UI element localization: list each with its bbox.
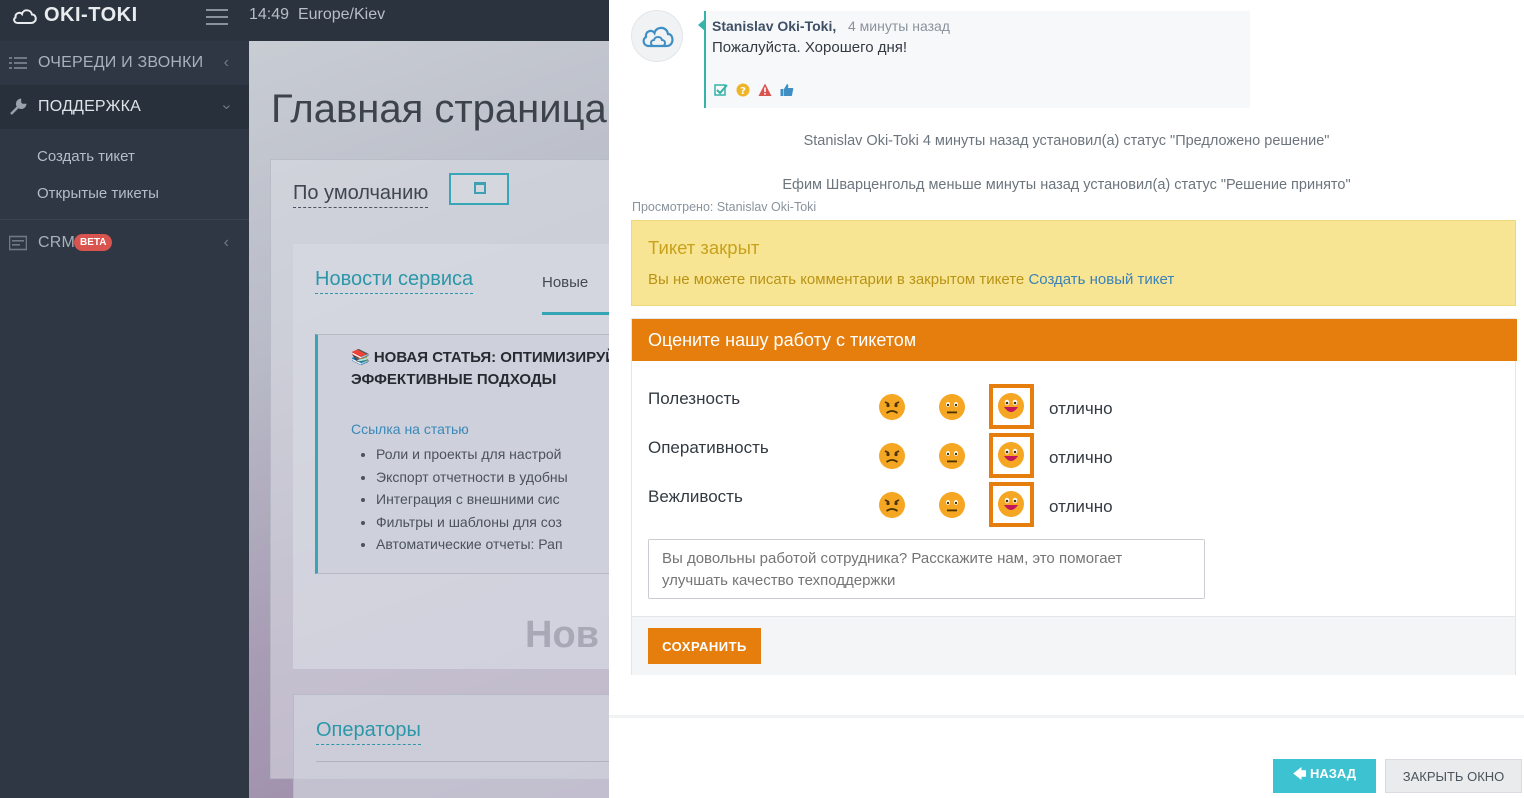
check-square-icon[interactable] xyxy=(714,83,728,97)
sidebar-item-label: CRM xyxy=(38,234,76,251)
status-event: Ефим Шварценгольд меньше минуты назад ус… xyxy=(782,177,1351,193)
chevron-left-icon: ‹ xyxy=(223,54,229,71)
comment-arrow xyxy=(698,19,705,31)
thumbs-up-icon[interactable] xyxy=(780,83,794,97)
list-icon xyxy=(9,57,27,69)
save-button[interactable]: СОХРАНИТЬ xyxy=(648,628,761,664)
rating-value: отлично xyxy=(1049,399,1113,418)
arrow-left-icon: 🡄 xyxy=(1292,766,1307,781)
beta-badge: BETA xyxy=(74,234,113,251)
menu-toggle-icon[interactable] xyxy=(206,9,228,25)
article-link[interactable]: Ссылка на статью xyxy=(351,421,469,437)
svg-text:?: ? xyxy=(740,86,746,97)
avatar xyxy=(631,10,683,62)
logo-text: OKI-TOKI xyxy=(44,4,138,26)
cloud-avatar-icon xyxy=(642,26,674,48)
rating-value: отлично xyxy=(1049,448,1113,467)
operators-panel: Операторы xyxy=(293,694,609,798)
crm-icon xyxy=(9,235,27,251)
question-circle-icon[interactable]: ? xyxy=(736,83,750,97)
article-points: Роли и проекты для настрой Экспорт отчет… xyxy=(376,443,568,556)
clock: 14:49 Europe/Kiev xyxy=(249,6,385,24)
rating-footer: СОХРАНИТЬ xyxy=(632,616,1515,675)
chevron-left-icon: ‹ xyxy=(223,234,229,251)
wrench-icon xyxy=(10,98,27,115)
happy-option-selected[interactable] xyxy=(989,482,1034,527)
rating-value: отлично xyxy=(1049,497,1113,516)
news-title[interactable]: Новости сервиса xyxy=(315,268,474,294)
list-item: Экспорт отчетности в удобны xyxy=(376,466,568,489)
warning-icon[interactable] xyxy=(758,83,772,97)
sidebar-item-crm[interactable]: CRM BETA ‹ xyxy=(0,221,249,265)
sidebar-divider xyxy=(0,219,249,220)
clock-time: 14:49 xyxy=(249,6,290,23)
comment-actions: ? xyxy=(714,83,794,97)
page-title: Главная страница xyxy=(271,87,607,131)
rating-title: Оцените нашу работу с тикетом xyxy=(648,330,917,350)
list-item: Автоматические отчеты: Рап xyxy=(376,533,568,556)
happy-option-selected[interactable] xyxy=(989,384,1034,429)
dashboard-panel: По умолчанию Новости сервиса Новые 📚 НОВ… xyxy=(270,159,609,779)
cloud-logo-icon xyxy=(13,8,37,24)
ticket-modal: Stanislav Oki-Toki, 4 минуты назад Пожал… xyxy=(609,0,1524,798)
comment-bubble: Stanislav Oki-Toki, 4 минуты назад Пожал… xyxy=(698,11,1250,108)
happy-option-selected[interactable] xyxy=(989,433,1034,478)
main-content: Главная страница По умолчанию Новости се… xyxy=(249,41,609,798)
back-button[interactable]: 🡄 НАЗАД xyxy=(1273,759,1376,793)
happy-face-icon xyxy=(998,491,1024,517)
happy-face-icon xyxy=(998,393,1024,419)
rating-panel: Оцените нашу работу с тикетом Полезность… xyxy=(631,318,1517,675)
angry-face-icon[interactable] xyxy=(878,393,906,421)
neutral-face-icon[interactable] xyxy=(938,442,966,470)
filter-dropdown[interactable]: По умолчанию xyxy=(293,182,429,208)
alert-message: Вы не можете писать комментарии в закрыт… xyxy=(648,271,1025,288)
viewed-by: Просмотрено: Stanislav Oki-Toki xyxy=(632,200,817,214)
happy-face-icon xyxy=(998,442,1024,468)
sidebar-subitem-create-ticket[interactable]: Создать тикет xyxy=(37,148,135,165)
news-article-card: 📚 НОВАЯ СТАТЬЯ: ОПТИМИЗИРУЙ ЭФФЕКТИВНЫЕ … xyxy=(315,334,609,574)
status-event: Stanislav Oki-Toki 4 минуты назад устано… xyxy=(803,133,1330,149)
rating-label-speed: Оперативность xyxy=(648,438,769,457)
comment-time: 4 минуты назад xyxy=(848,18,950,34)
comment-text: Пожалуйста. Хорошего дня! xyxy=(712,39,908,56)
list-item: Интеграция с внешними сис xyxy=(376,488,568,511)
rating-header: Оцените нашу работу с тикетом xyxy=(632,319,1517,361)
alert-text: Вы не можете писать комментарии в закрыт… xyxy=(648,271,1174,288)
app-logo[interactable]: OKI-TOKI xyxy=(12,4,138,27)
chevron-down-icon: ‹ xyxy=(217,104,235,110)
back-button-label: НАЗАД xyxy=(1310,766,1357,781)
list-item: Роли и проекты для настрой xyxy=(376,443,568,466)
create-ticket-link[interactable]: Создать новый тикет xyxy=(1028,271,1174,288)
close-window-button[interactable]: ЗАКРЫТЬ ОКНО xyxy=(1385,759,1522,793)
angry-face-icon[interactable] xyxy=(878,491,906,519)
neutral-face-icon[interactable] xyxy=(938,393,966,421)
sidebar-item-queues[interactable]: ОЧЕРЕДИ И ЗВОНКИ ‹ xyxy=(0,41,249,85)
list-item: Фильтры и шаблоны для соз xyxy=(376,511,568,534)
news-widget: Новости сервиса Новые 📚 НОВАЯ СТАТЬЯ: ОП… xyxy=(293,244,609,669)
operators-title[interactable]: Операторы xyxy=(316,719,421,745)
sidebar-item-label: ОЧЕРЕДИ И ЗВОНКИ xyxy=(38,54,204,71)
news-faded-heading: Нов xyxy=(525,614,600,656)
calendar-icon xyxy=(474,182,486,194)
angry-face-icon[interactable] xyxy=(878,442,906,470)
calendar-button[interactable] xyxy=(449,173,509,205)
rating-label-politeness: Вежливость xyxy=(648,487,743,506)
sidebar-item-label: ПОДДЕРЖКА xyxy=(38,98,141,115)
sidebar-item-support[interactable]: ПОДДЕРЖКА ‹ xyxy=(0,85,249,129)
ticket-closed-alert: Тикет закрыт Вы не можете писать коммент… xyxy=(631,220,1516,306)
rating-label-usefulness: Полезность xyxy=(648,389,741,408)
clock-timezone: Europe/Kiev xyxy=(297,6,386,23)
tab-indicator xyxy=(542,312,609,315)
article-heading: 📚 НОВАЯ СТАТЬЯ: ОПТИМИЗИРУЙ ЭФФЕКТИВНЫЕ … xyxy=(351,349,609,388)
neutral-face-icon[interactable] xyxy=(938,491,966,519)
modal-footer: 🡄 НАЗАД ЗАКРЫТЬ ОКНО xyxy=(609,715,1524,798)
comment-author: Stanislav Oki-Toki, xyxy=(712,18,837,34)
sidebar-subitem-open-tickets[interactable]: Открытые тикеты xyxy=(37,185,159,202)
sidebar: ОЧЕРЕДИ И ЗВОНКИ ‹ ПОДДЕРЖКА ‹ Создать т… xyxy=(0,41,249,798)
divider xyxy=(316,761,609,762)
alert-title: Тикет закрыт xyxy=(648,237,760,258)
tab-new[interactable]: Новые xyxy=(542,274,588,291)
feedback-textarea[interactable] xyxy=(648,539,1205,599)
